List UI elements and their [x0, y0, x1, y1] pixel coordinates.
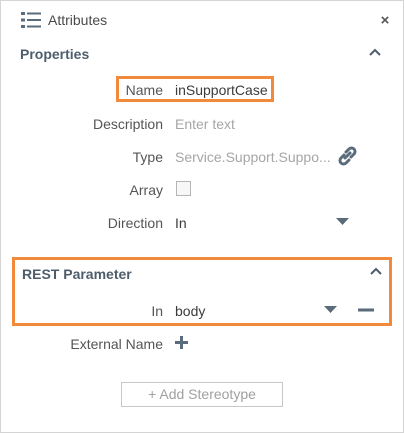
direction-select[interactable]: In	[175, 215, 187, 231]
array-label: Array	[129, 182, 163, 198]
caret-down-icon[interactable]	[336, 218, 349, 226]
type-label: Type	[132, 149, 163, 165]
minus-icon[interactable]	[358, 308, 374, 312]
direction-label: Direction	[107, 215, 163, 231]
rest-in-select[interactable]: body	[175, 303, 205, 319]
external-name-label: External Name	[70, 336, 163, 352]
properties-section-title: Properties	[20, 46, 90, 62]
array-checkbox[interactable]	[176, 181, 191, 196]
rest-parameter-section-title: REST Parameter	[22, 266, 132, 282]
rest-in-label: In	[151, 303, 163, 319]
description-label: Description	[92, 116, 163, 132]
type-field[interactable]: Service.Support.Suppo...	[175, 149, 331, 165]
chevron-up-icon[interactable]	[369, 266, 383, 276]
panel-title: Attributes	[48, 12, 108, 28]
close-icon[interactable]: ×	[377, 12, 393, 29]
attributes-panel: Attributes × Properties Name inSupportCa…	[0, 0, 404, 433]
add-stereotype-button[interactable]: + Add Stereotype	[121, 382, 283, 407]
description-field[interactable]: Enter text	[175, 116, 235, 132]
name-field[interactable]: inSupportCase	[175, 82, 268, 98]
plus-icon[interactable]	[175, 336, 188, 349]
caret-down-icon[interactable]	[324, 306, 337, 314]
link-icon[interactable]	[337, 146, 358, 166]
name-label: Name	[125, 82, 163, 98]
chevron-up-icon[interactable]	[368, 47, 382, 57]
list-icon	[21, 12, 41, 28]
